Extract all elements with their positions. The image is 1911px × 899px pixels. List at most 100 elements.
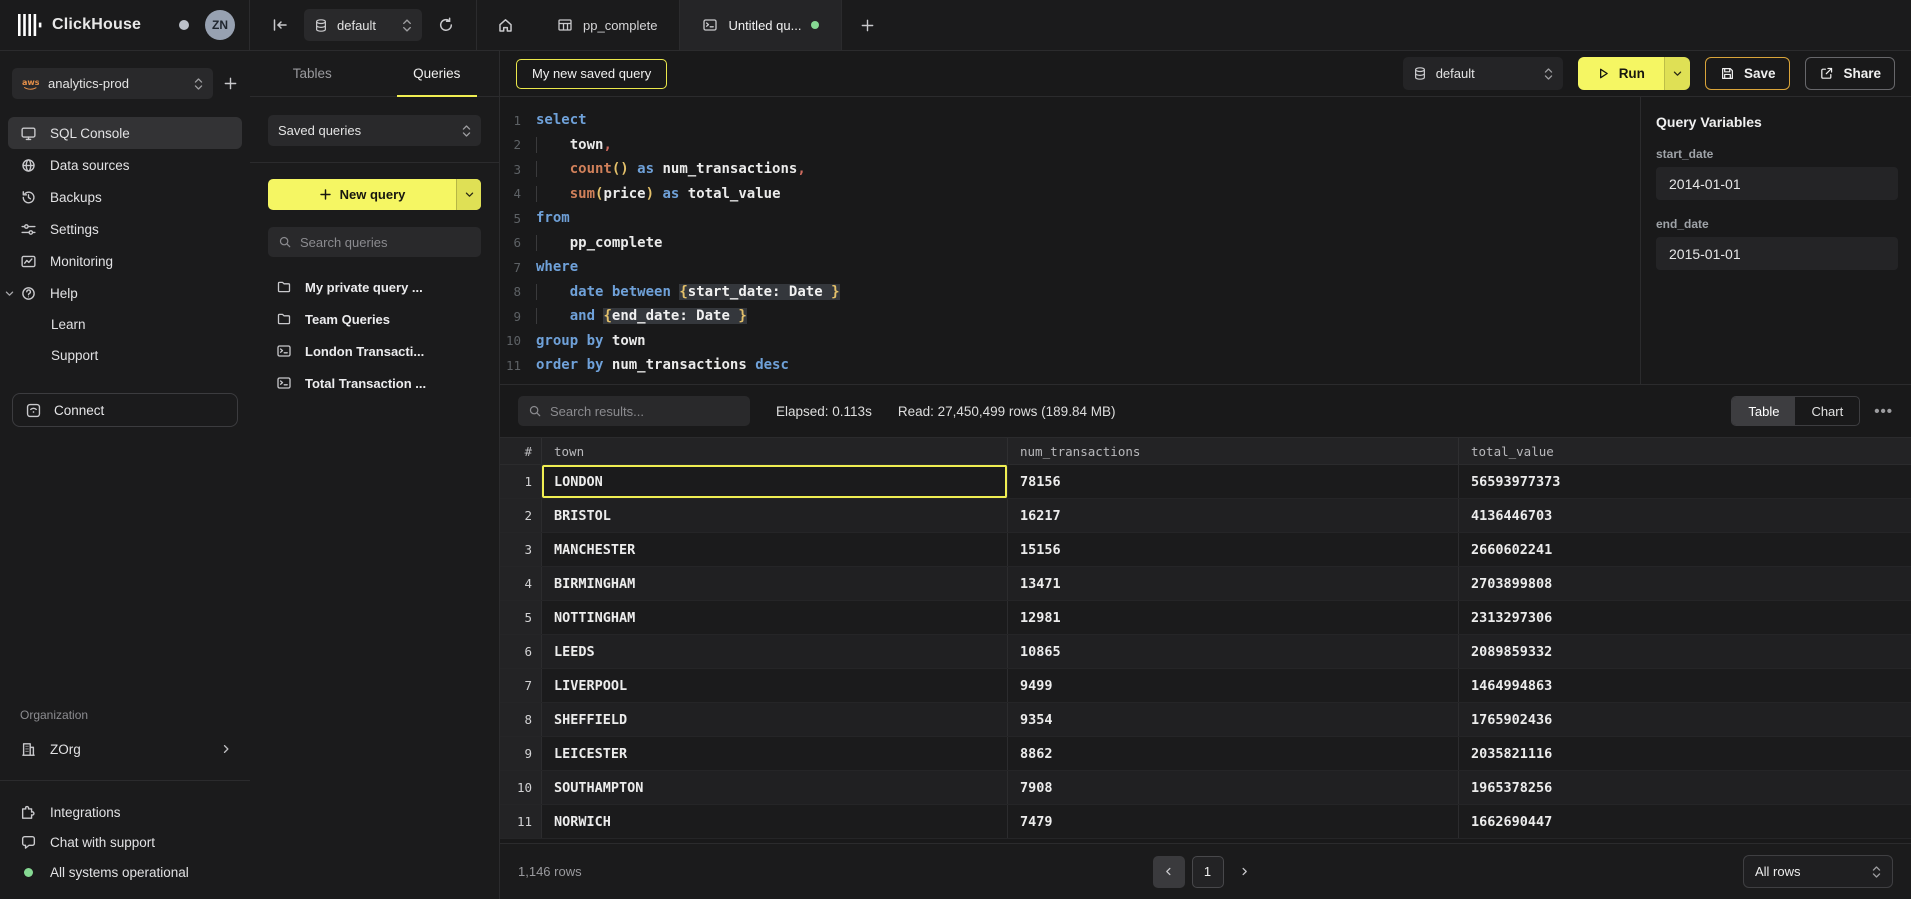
row-index-cell[interactable]: 4: [500, 567, 542, 600]
row-index-cell[interactable]: 1: [500, 465, 542, 498]
data-cell[interactable]: 12981: [1008, 601, 1459, 634]
data-cell[interactable]: SHEFFIELD: [542, 703, 1008, 736]
view-tab-table[interactable]: Table: [1732, 397, 1795, 425]
sidebar-item-system-status[interactable]: All systems operational: [0, 857, 250, 887]
saved-query-item-total[interactable]: Total Transaction ...: [250, 367, 499, 399]
code-line[interactable]: 6 pp_complete: [500, 231, 1640, 256]
column-header-num-transactions[interactable]: num_transactions: [1008, 438, 1459, 464]
saved-query-item-team[interactable]: Team Queries: [250, 303, 499, 335]
row-index-cell[interactable]: 11: [500, 805, 542, 838]
data-cell[interactable]: 13471: [1008, 567, 1459, 600]
code-line[interactable]: 11order by num_transactions desc: [500, 353, 1640, 378]
saved-query-tab[interactable]: My new saved query: [516, 59, 667, 89]
table-row[interactable]: 7LIVERPOOL94991464994863: [500, 669, 1911, 703]
data-cell[interactable]: SOUTHAMPTON: [542, 771, 1008, 804]
save-button[interactable]: Save: [1705, 57, 1791, 90]
data-cell[interactable]: LEICESTER: [542, 737, 1008, 770]
code-line[interactable]: 5from: [500, 206, 1640, 231]
row-index-cell[interactable]: 6: [500, 635, 542, 668]
sidebar-item-learn[interactable]: Learn: [8, 309, 242, 340]
sidebar-item-data-sources[interactable]: Data sources: [8, 149, 242, 181]
tab-tables[interactable]: Tables: [250, 51, 375, 96]
row-index-cell[interactable]: 3: [500, 533, 542, 566]
column-header-town[interactable]: town: [542, 438, 1008, 464]
next-page-button[interactable]: [1231, 856, 1259, 888]
workspace-selector[interactable]: aws analytics-prod: [12, 68, 213, 99]
run-options-dropdown[interactable]: [1664, 57, 1690, 90]
saved-query-item-london[interactable]: London Transacti...: [250, 335, 499, 367]
table-row[interactable]: 5NOTTINGHAM129812313297306: [500, 601, 1911, 635]
row-index-cell[interactable]: 9: [500, 737, 542, 770]
data-cell[interactable]: 2660602241: [1459, 533, 1911, 566]
row-index-cell[interactable]: 7: [500, 669, 542, 702]
data-cell[interactable]: 1464994863: [1459, 669, 1911, 702]
sidebar-item-sql-console[interactable]: SQL Console: [8, 117, 242, 149]
query-search-input[interactable]: [300, 235, 476, 250]
data-cell[interactable]: 56593977373: [1459, 465, 1911, 498]
sidebar-item-settings[interactable]: Settings: [8, 213, 242, 245]
tab-queries[interactable]: Queries: [375, 51, 500, 96]
table-row[interactable]: 1LONDON7815656593977373: [500, 465, 1911, 499]
code-line[interactable]: 8 date between {start_date: Date }: [500, 280, 1640, 305]
notification-dot[interactable]: [179, 20, 189, 30]
data-cell[interactable]: 7908: [1008, 771, 1459, 804]
code-line[interactable]: 3 count() as num_transactions,: [500, 157, 1640, 182]
results-search-input[interactable]: [550, 404, 740, 419]
code-line[interactable]: 9 and {end_date: Date }: [500, 304, 1640, 329]
data-cell[interactable]: 16217: [1008, 499, 1459, 532]
data-cell[interactable]: MANCHESTER: [542, 533, 1008, 566]
row-index-cell[interactable]: 8: [500, 703, 542, 736]
home-button[interactable]: [477, 0, 534, 50]
data-cell[interactable]: LONDON: [542, 465, 1008, 498]
tab-untitled-query[interactable]: Untitled qu...: [680, 0, 842, 50]
run-button[interactable]: Run: [1578, 57, 1664, 90]
row-index-cell[interactable]: 5: [500, 601, 542, 634]
data-cell[interactable]: 9499: [1008, 669, 1459, 702]
page-size-selector[interactable]: All rows: [1743, 855, 1893, 888]
data-cell[interactable]: 7479: [1008, 805, 1459, 838]
data-cell[interactable]: 9354: [1008, 703, 1459, 736]
new-query-dropdown[interactable]: [456, 179, 481, 210]
new-tab-button[interactable]: [842, 0, 893, 50]
previous-page-button[interactable]: [1153, 856, 1185, 888]
table-row[interactable]: 11NORWICH74791662690447: [500, 805, 1911, 839]
table-row[interactable]: 6LEEDS108652089859332: [500, 635, 1911, 669]
column-header-total-value[interactable]: total_value: [1459, 438, 1911, 464]
data-cell[interactable]: NOTTINGHAM: [542, 601, 1008, 634]
sidebar-item-support[interactable]: Support: [8, 340, 242, 371]
table-row[interactable]: 8SHEFFIELD93541765902436: [500, 703, 1911, 737]
row-index-cell[interactable]: 10: [500, 771, 542, 804]
code-line[interactable]: 10group by town: [500, 329, 1640, 354]
more-options-icon[interactable]: •••: [1874, 403, 1893, 420]
tab-pp-complete[interactable]: pp_complete: [534, 0, 680, 50]
view-tab-chart[interactable]: Chart: [1795, 397, 1859, 425]
data-cell[interactable]: 8862: [1008, 737, 1459, 770]
organization-item[interactable]: ZOrg: [0, 732, 250, 766]
editor-database-selector[interactable]: default: [1403, 57, 1563, 90]
data-cell[interactable]: 2313297306: [1459, 601, 1911, 634]
data-cell[interactable]: 78156: [1008, 465, 1459, 498]
data-cell[interactable]: 2089859332: [1459, 635, 1911, 668]
code-line[interactable]: 4 sum(price) as total_value: [500, 182, 1640, 207]
table-row[interactable]: 9LEICESTER88622035821116: [500, 737, 1911, 771]
data-cell[interactable]: NORWICH: [542, 805, 1008, 838]
data-cell[interactable]: 4136446703: [1459, 499, 1911, 532]
table-row[interactable]: 3MANCHESTER151562660602241: [500, 533, 1911, 567]
table-row[interactable]: 2BRISTOL162174136446703: [500, 499, 1911, 533]
saved-query-item-private[interactable]: My private query ...: [250, 271, 499, 303]
data-cell[interactable]: 15156: [1008, 533, 1459, 566]
refresh-button[interactable]: [438, 17, 454, 33]
code-line[interactable]: 2 town,: [500, 133, 1640, 158]
sidebar-item-integrations[interactable]: Integrations: [0, 797, 250, 827]
sidebar-item-backups[interactable]: Backups: [8, 181, 242, 213]
data-cell[interactable]: 2703899808: [1459, 567, 1911, 600]
add-workspace-button[interactable]: [223, 76, 238, 91]
code-line[interactable]: 1select: [500, 108, 1640, 133]
collapse-panel-button[interactable]: [272, 17, 288, 33]
sidebar-item-help[interactable]: Help: [8, 277, 242, 309]
data-cell[interactable]: 1965378256: [1459, 771, 1911, 804]
column-header-index[interactable]: #: [500, 438, 542, 464]
current-page-indicator[interactable]: 1: [1192, 856, 1224, 888]
data-cell[interactable]: BIRMINGHAM: [542, 567, 1008, 600]
sql-editor[interactable]: 1select2 town,3 count() as num_transacti…: [500, 97, 1640, 384]
